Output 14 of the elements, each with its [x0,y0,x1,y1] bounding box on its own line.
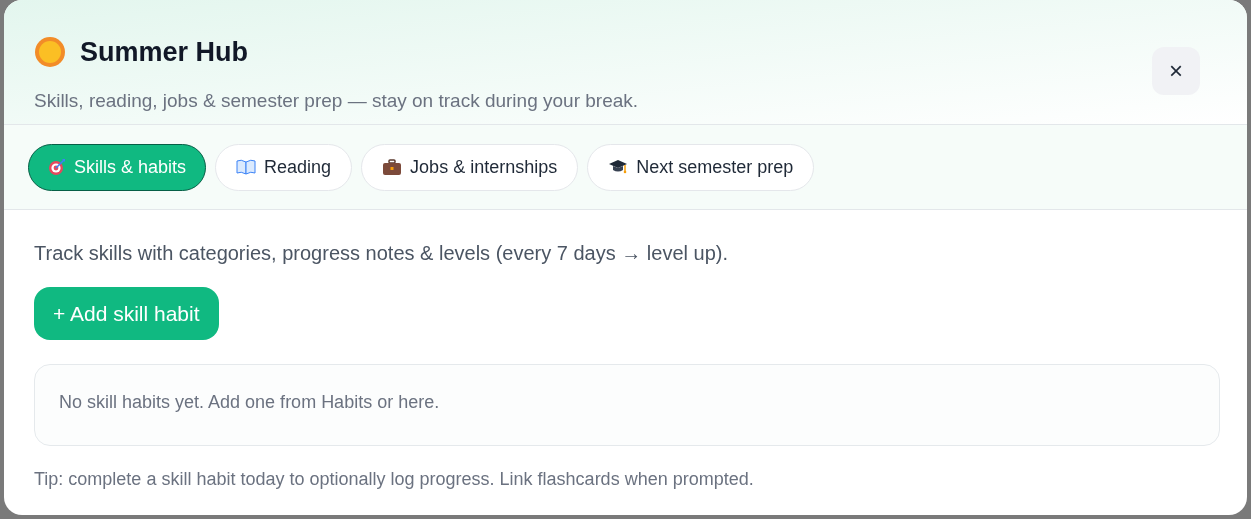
target-icon [48,158,66,176]
tab[interactable]: Reading [215,143,353,191]
book-icon [236,159,257,175]
empty-state-message: No skill habits yet. Add one from Habits or here. [59,392,440,412]
sun-icon [34,36,66,69]
modal-subtitle: Skills, reading, jobs & semester prep — stay on track during your break. [34,88,639,113]
tip-text: Tip: complete a skill habit today to optionally log progress. Link flashcards when prompted. [34,468,755,491]
briefcase-icon [382,158,403,176]
intro-text: Track skills with categories, progress notes & levels (every 7 days → level up). [34,241,729,266]
tab[interactable]: Next semester prep [587,143,815,191]
graduation-cap-icon [608,158,629,176]
modal-title: Summer Hub [80,36,249,69]
tab[interactable]: Jobs & internships [361,143,579,191]
close-button[interactable]: × [1152,47,1200,95]
